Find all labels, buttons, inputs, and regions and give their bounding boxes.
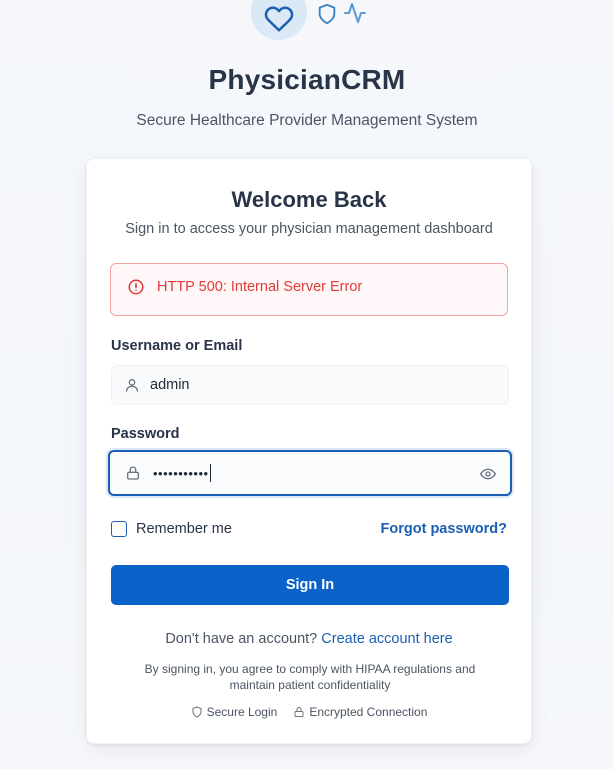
security-badges: Secure Login Encrypted Connection	[87, 705, 531, 719]
text-caret	[209, 464, 211, 482]
card-title: Welcome Back	[231, 187, 387, 212]
badge-secure-login: Secure Login	[191, 705, 278, 719]
card-subtitle: Sign in to access your physician managem…	[125, 221, 493, 237]
app-subtitle: Secure Healthcare Provider Management Sy…	[136, 112, 478, 129]
alert-circle-icon	[128, 279, 144, 294]
error-message: HTTP 500: Internal Server Error	[157, 278, 363, 295]
remember-checkbox[interactable]	[111, 521, 127, 537]
heart-icon	[264, 6, 294, 32]
remember-label: Remember me	[136, 521, 232, 537]
error-alert: HTTP 500: Internal Server Error	[110, 263, 508, 316]
username-input[interactable]: admin	[111, 365, 509, 405]
username-value: admin	[150, 377, 190, 393]
shield-icon	[192, 706, 202, 718]
badge-label: Encrypted Connection	[309, 705, 428, 719]
eye-icon[interactable]	[480, 466, 496, 482]
shield-icon	[318, 3, 336, 25]
signup-prompt: Don't have an account?	[165, 631, 318, 647]
username-label: Username or Email	[111, 338, 243, 354]
brand-logo	[0, 0, 614, 50]
app-title: PhysicianCRM	[208, 64, 406, 95]
lock-icon	[127, 466, 139, 480]
signup-row: Don't have an account? Create account he…	[87, 631, 531, 647]
password-label: Password	[111, 426, 180, 442]
login-card: Welcome Back Sign in to access your phys…	[86, 158, 532, 744]
password-value: •••••••••••	[153, 465, 209, 481]
password-input[interactable]: •••••••••••	[108, 450, 512, 496]
lock-icon	[294, 707, 304, 717]
activity-icon	[344, 3, 366, 23]
badge-label: Secure Login	[206, 705, 278, 719]
forgot-password-link[interactable]: Forgot password?	[381, 521, 507, 537]
badge-encrypted: Encrypted Connection	[293, 705, 427, 719]
heart-logo-circle	[251, 0, 307, 40]
hipaa-notice: By signing in, you agree to comply with …	[144, 662, 476, 692]
sign-in-button[interactable]: Sign In	[111, 565, 509, 605]
create-account-link[interactable]: Create account here	[321, 631, 452, 647]
remember-me[interactable]: Remember me	[111, 521, 232, 537]
user-icon	[126, 379, 138, 392]
